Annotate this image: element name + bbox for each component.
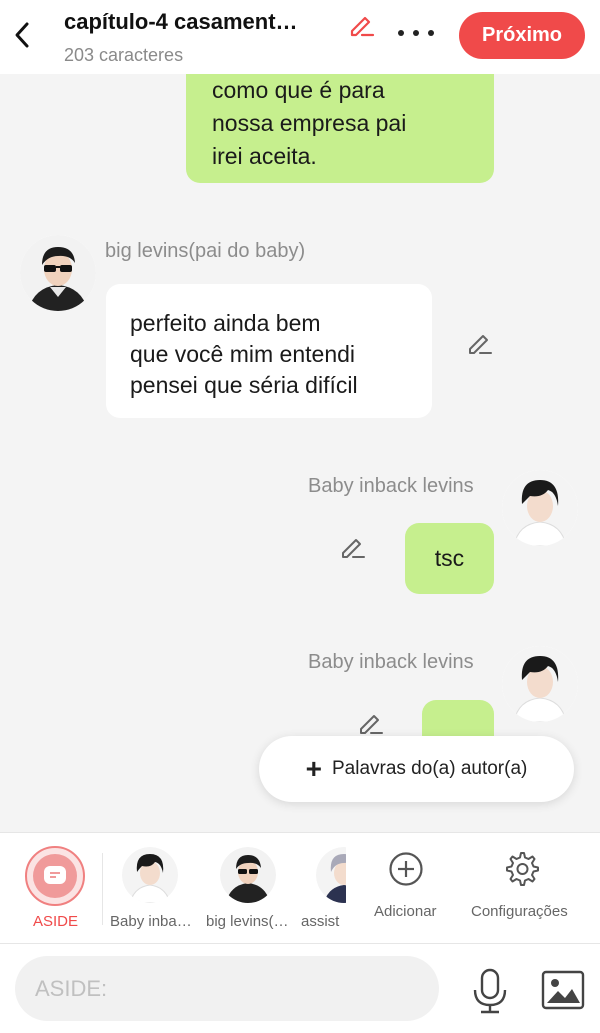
message-text: tsc xyxy=(434,545,465,571)
message-line: irei aceita. xyxy=(212,143,317,169)
top-bar: capítulo-4 casament… 203 caracteres Próx… xyxy=(0,0,600,74)
next-button[interactable]: Próximo xyxy=(459,12,585,59)
character-label: Adicionar xyxy=(374,903,437,920)
settings-button[interactable]: Configurações xyxy=(466,833,586,945)
character-aside[interactable]: ASIDE xyxy=(0,833,104,945)
character-selector: ASIDE Baby inba… big levins(… assist Adi… xyxy=(0,832,600,944)
chapter-title[interactable]: capítulo-4 casament… xyxy=(64,9,298,35)
character-label: big levins(… xyxy=(206,913,289,930)
author-words-button[interactable]: + Palavras do(a) autor(a) xyxy=(259,736,574,802)
edit-message-icon[interactable] xyxy=(356,708,386,738)
character-baby-inback[interactable]: Baby inba… xyxy=(106,833,198,945)
plus-circle-icon xyxy=(388,851,424,887)
avatar-baby-inback-levins[interactable] xyxy=(502,470,578,546)
chat-area[interactable]: como que é para nossa empresa pai irei a… xyxy=(0,74,600,832)
avatar-baby-inback-levins[interactable] xyxy=(502,646,578,722)
edit-message-icon[interactable] xyxy=(338,532,368,562)
message-line: perfeito ainda bem xyxy=(130,310,321,336)
character-label: ASIDE xyxy=(33,913,79,930)
divider xyxy=(102,853,103,925)
character-assistant[interactable]: assist xyxy=(298,833,346,945)
gear-icon xyxy=(504,851,540,887)
message-bubble[interactable]: perfeito ainda bem que você mim entendi … xyxy=(106,284,432,418)
character-big-levins[interactable]: big levins(… xyxy=(202,833,296,945)
message-line: nossa empresa pai xyxy=(212,110,407,136)
input-bar xyxy=(0,944,600,1033)
avatar-baby-inback-levins xyxy=(122,847,178,903)
microphone-icon[interactable] xyxy=(470,968,510,1014)
speaker-name: big levins(pai do baby) xyxy=(105,240,306,262)
message-bubble[interactable]: tsc xyxy=(405,523,494,594)
back-arrow-icon[interactable] xyxy=(8,14,38,54)
character-count: 203 caracteres xyxy=(64,45,184,65)
message-input[interactable] xyxy=(15,956,439,1021)
add-character-button[interactable]: Adicionar xyxy=(360,833,454,945)
message-line: pensei que séria difícil xyxy=(130,372,358,398)
aside-icon xyxy=(25,846,85,906)
avatar-assistant xyxy=(316,847,346,903)
speaker-name: Baby inback levins xyxy=(308,475,474,497)
message-bubble[interactable]: como que é para nossa empresa pai irei a… xyxy=(186,74,494,183)
character-label: Configurações xyxy=(471,903,568,920)
image-icon[interactable] xyxy=(541,970,585,1010)
avatar-big-levins[interactable] xyxy=(20,235,96,311)
speaker-name: Baby inback levins xyxy=(308,651,474,673)
more-options-icon[interactable] xyxy=(394,18,438,48)
author-words-label: Palavras do(a) autor(a) xyxy=(331,758,528,779)
message-line: como que é para xyxy=(212,77,385,103)
avatar-big-levins xyxy=(220,847,276,903)
character-label: assist xyxy=(301,913,340,930)
message-line: que você mim entendi xyxy=(130,341,356,367)
plus-icon: + xyxy=(305,753,322,784)
character-label: Baby inba… xyxy=(110,913,192,930)
edit-message-icon[interactable] xyxy=(465,328,495,358)
edit-title-icon[interactable] xyxy=(346,9,376,39)
